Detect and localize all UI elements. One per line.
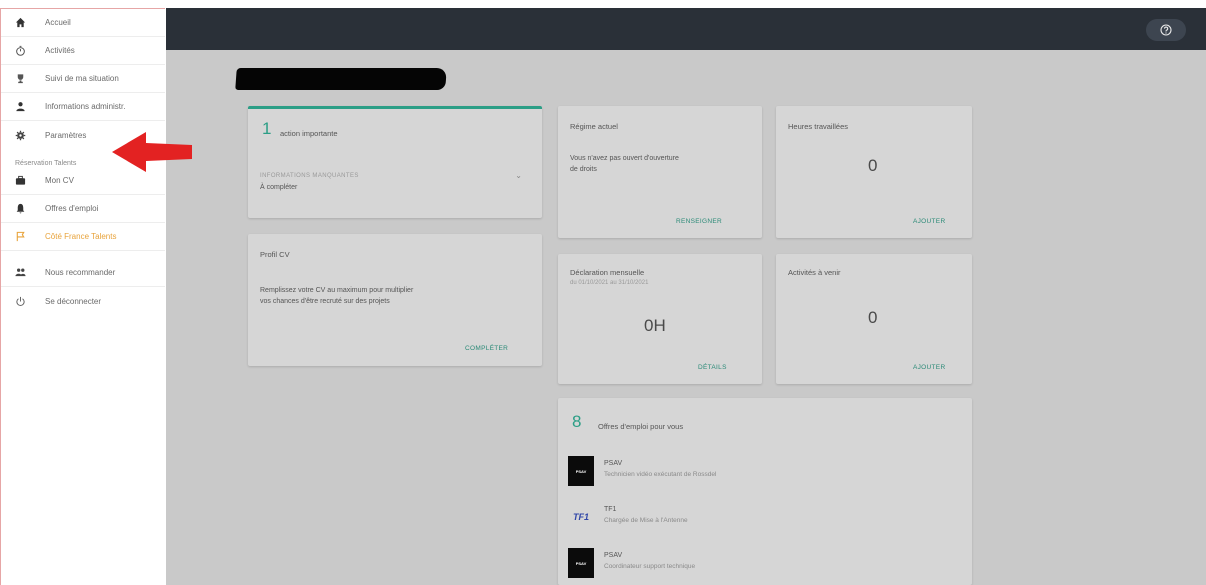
company-logo: PSAV — [568, 548, 594, 578]
job-company: PSAV — [604, 460, 623, 467]
sidebar-item-label: Se déconnecter — [45, 296, 102, 306]
sidebar-item-label: Suivi de ma situation — [45, 74, 119, 83]
actions-expandable-row[interactable]: INFORMATIONS MANQUANTES À compléter ⌄ — [248, 161, 542, 201]
renseigner-button[interactable]: RENSEIGNER — [676, 218, 722, 225]
activities-card: Activités à venir 0 AJOUTER — [776, 254, 972, 384]
jobs-card: 8 Offres d'emploi pour vous PSAV PSAV Te… — [558, 398, 972, 585]
actions-subtitle: INFORMATIONS MANQUANTES — [260, 173, 359, 179]
actions-title: action importante — [280, 129, 338, 138]
sidebar-item-activites[interactable]: Activités — [1, 37, 165, 65]
declaration-value: 0H — [644, 316, 666, 335]
help-icon — [1160, 24, 1172, 36]
briefcase-icon — [13, 174, 27, 188]
person-icon — [13, 100, 27, 114]
bell-icon — [13, 202, 27, 216]
declaration-subtitle: du 01/10/2021 au 31/10/2021 — [570, 280, 649, 286]
sidebar-item-label: Activités — [45, 46, 75, 55]
job-company: TF1 — [604, 506, 617, 513]
actions-count: 1 — [262, 119, 272, 138]
regime-text-line1: Vous n'avez pas ouvert d'ouverture — [570, 155, 679, 162]
sidebar-item-recommander[interactable]: Nous recommander — [1, 259, 165, 287]
profile-title: Profil CV — [260, 250, 290, 259]
job-description: Chargée de Mise à l'Antenne — [604, 517, 688, 524]
hours-title: Heures travaillées — [788, 122, 849, 131]
trophy-icon — [13, 72, 27, 86]
sidebar-item-offres[interactable]: Offres d'emploi — [1, 195, 165, 223]
job-description: Technicien vidéo exécutant de Rossdel — [604, 471, 717, 478]
main-content: 1 action importante INFORMATIONS MANQUAN… — [166, 8, 1206, 585]
company-logo: PSAV — [568, 456, 594, 486]
power-icon — [13, 294, 27, 308]
sidebar-item-label: Paramètres — [45, 130, 87, 140]
group-icon — [13, 266, 27, 280]
regime-title: Régime actuel — [570, 122, 618, 131]
job-item[interactable]: TF1 TF1 Chargée de Mise à l'Antenne — [568, 502, 948, 536]
gear-icon — [13, 128, 27, 142]
red-arrow-annotation — [112, 132, 192, 172]
job-item[interactable]: PSAV PSAV Technicien vidéo exécutant de … — [568, 456, 948, 490]
top-bar — [166, 8, 1206, 50]
sidebar-item-label: Informations administr. — [45, 102, 126, 111]
regime-card: Régime actuel Vous n'avez pas ouvert d'o… — [558, 106, 762, 238]
jobs-count: 8 — [572, 412, 582, 431]
sidebar-item-label: Nous recommander — [45, 268, 116, 277]
home-icon — [13, 16, 27, 30]
add-hours-button[interactable]: AJOUTER — [913, 218, 945, 225]
sidebar-item-label: Accueil — [45, 18, 71, 27]
sidebar-item-label: Offres d'emploi — [45, 204, 99, 213]
sidebar-item-accueil[interactable]: Accueil — [1, 9, 165, 37]
chevron-down-icon: ⌄ — [515, 171, 522, 180]
actions-card: 1 action importante INFORMATIONS MANQUAN… — [248, 106, 542, 218]
profile-text-line1: Remplissez votre CV au maximum pour mult… — [260, 287, 414, 294]
declaration-title: Déclaration mensuelle — [570, 268, 645, 277]
help-button[interactable] — [1146, 19, 1186, 41]
jobs-title: Offres d'emploi pour vous — [598, 422, 684, 431]
add-activity-button[interactable]: AJOUTER — [913, 364, 945, 371]
timer-icon — [13, 44, 27, 58]
redacted-username — [235, 68, 447, 90]
hours-value: 0 — [868, 156, 878, 175]
company-logo: TF1 — [572, 512, 589, 522]
regime-text-line2: de droits — [570, 166, 597, 173]
job-company: PSAV — [604, 552, 623, 559]
job-item[interactable]: PSAV PSAV Coordinateur support technique — [568, 548, 948, 582]
actions-detail: À compléter — [260, 184, 298, 191]
flag-icon — [13, 230, 27, 244]
sidebar-item-informations[interactable]: Informations administr. — [1, 93, 165, 121]
sidebar: Accueil Activités Suivi de ma situation … — [0, 8, 165, 585]
job-description: Coordinateur support technique — [604, 563, 696, 570]
profile-cv-card: Profil CV Remplissez votre CV au maximum… — [248, 234, 542, 366]
sidebar-item-cote-france-talents[interactable]: Côté France Talents — [1, 223, 165, 251]
hours-card: Heures travaillées 0 AJOUTER — [776, 106, 972, 238]
sidebar-item-label: Côté France Talents — [45, 232, 117, 241]
declaration-card: Déclaration mensuelle du 01/10/2021 au 3… — [558, 254, 762, 384]
activities-value: 0 — [868, 308, 878, 327]
declaration-details-button[interactable]: DÉTAILS — [698, 364, 727, 371]
sidebar-item-suivi[interactable]: Suivi de ma situation — [1, 65, 165, 93]
sidebar-item-label: Mon CV — [45, 176, 74, 185]
profile-text-line2: vos chances d'être recruté sur des proje… — [260, 298, 390, 305]
complete-cv-button[interactable]: COMPLÉTER — [465, 345, 508, 352]
activities-title: Activités à venir — [788, 268, 841, 277]
sidebar-item-deconnecter[interactable]: Se déconnecter — [1, 287, 165, 315]
